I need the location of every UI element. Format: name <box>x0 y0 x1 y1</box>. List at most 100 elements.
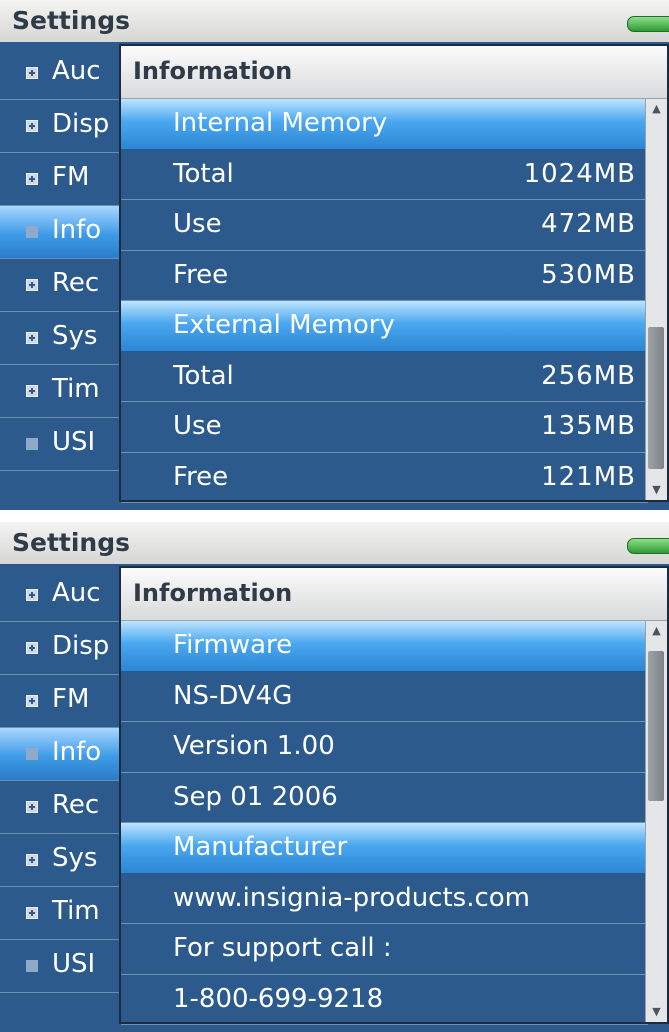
plus-bullet-icon <box>26 695 38 707</box>
row-label: Use <box>173 209 222 239</box>
menu-item-label: FM <box>52 162 90 192</box>
list-item: Free 121MB <box>121 453 648 503</box>
menu-item-label: FM <box>52 684 90 714</box>
menu-item-label: Sys <box>52 321 98 351</box>
section-title: Firmware <box>173 630 293 660</box>
row-value: 135MB <box>541 411 636 441</box>
title-bar: Settings <box>0 522 669 564</box>
scrollbar[interactable]: ▲ ▼ <box>645 621 667 1022</box>
section-header-firmware: Firmware <box>121 621 648 672</box>
row-label: Free <box>173 461 229 492</box>
page-title: Settings <box>12 528 131 557</box>
title-bar: Settings <box>0 0 669 42</box>
plus-bullet-icon <box>26 332 38 344</box>
scroll-thumb[interactable] <box>648 651 664 801</box>
triangle-down-icon[interactable]: ▼ <box>646 480 667 500</box>
menu-item-time[interactable]: Tim <box>0 365 130 418</box>
menu-item-display[interactable]: Disp <box>0 622 130 675</box>
menu-item-label: Info <box>52 215 102 245</box>
screen-memory-info: Settings Auc Disp FM Info Rec Sys Tim US… <box>0 0 669 510</box>
bullet-icon <box>26 960 38 972</box>
battery-icon <box>627 538 669 554</box>
plus-bullet-icon <box>26 385 38 397</box>
menu-item-usb[interactable]: USI <box>0 418 130 471</box>
row-label: Version 1.00 <box>173 731 335 761</box>
menu-item-usb[interactable]: USI <box>0 940 130 993</box>
popup-title: Information <box>133 57 293 85</box>
menu-item-label: Auc <box>52 56 101 86</box>
section-title: External Memory <box>173 310 395 340</box>
plus-bullet-icon <box>26 854 38 866</box>
menu-item-information[interactable]: Info <box>0 206 130 259</box>
menu-item-fm[interactable]: FM <box>0 675 130 728</box>
menu-item-label: Tim <box>52 374 100 404</box>
menu-item-label: Disp <box>52 109 110 139</box>
menu-item-label: USI <box>52 949 96 979</box>
plus-bullet-icon <box>26 589 38 601</box>
menu-item-record[interactable]: Rec <box>0 259 130 312</box>
row-label: Total <box>173 360 234 391</box>
menu-item-label: Tim <box>52 896 100 926</box>
section-header-external-memory: External Memory <box>121 301 648 352</box>
list-item: Use 135MB <box>121 402 648 453</box>
list-item: Use 472MB <box>121 200 648 251</box>
menu-item-label: Disp <box>52 631 110 661</box>
menu-item-label: Sys <box>52 843 98 873</box>
plus-bullet-icon <box>26 120 38 132</box>
screen-firmware-info: Settings Auc Disp FM Info Rec Sys Tim US… <box>0 522 669 1032</box>
triangle-up-icon[interactable]: ▲ <box>646 99 667 119</box>
plus-bullet-icon <box>26 279 38 291</box>
row-label: 1-800-699-9218 <box>173 983 384 1014</box>
row-label: Free <box>173 259 229 290</box>
menu-item-audio[interactable]: Auc <box>0 569 130 622</box>
menu-item-label: Rec <box>52 268 100 298</box>
settings-menu: Auc Disp FM Info Rec Sys Tim USI <box>0 569 130 993</box>
row-value: 530MB <box>541 259 636 290</box>
information-popup: Information Internal Memory Total 1024MB … <box>119 44 669 503</box>
popup-header: Information <box>121 46 667 99</box>
list-item: www.insignia-products.com <box>121 874 648 924</box>
menu-item-record[interactable]: Rec <box>0 781 130 834</box>
row-label: Total <box>173 158 234 189</box>
plus-bullet-icon <box>26 907 38 919</box>
section-header-manufacturer: Manufacturer <box>121 823 648 874</box>
row-value: 121MB <box>541 461 636 492</box>
popup-header: Information <box>121 568 667 621</box>
section-title: Manufacturer <box>173 832 348 862</box>
list-item: Version 1.00 <box>121 722 648 773</box>
menu-item-label: Auc <box>52 578 101 608</box>
menu-item-system[interactable]: Sys <box>0 834 130 887</box>
scrollbar[interactable]: ▲ ▼ <box>645 99 667 500</box>
row-label: Sep 01 2006 <box>173 781 338 812</box>
list-item: 1-800-699-9218 <box>121 975 648 1025</box>
menu-item-display[interactable]: Disp <box>0 100 130 153</box>
list-item: For support call : <box>121 924 648 975</box>
menu-item-audio[interactable]: Auc <box>0 47 130 100</box>
plus-bullet-icon <box>26 67 38 79</box>
menu-item-information[interactable]: Info <box>0 728 130 781</box>
list-item: Total 256MB <box>121 352 648 402</box>
scroll-thumb[interactable] <box>648 327 664 469</box>
row-label: NS-DV4G <box>173 680 293 711</box>
list-item: Total 1024MB <box>121 150 648 200</box>
menu-item-fm[interactable]: FM <box>0 153 130 206</box>
menu-item-label: Rec <box>52 790 100 820</box>
menu-item-time[interactable]: Tim <box>0 887 130 940</box>
row-value: 472MB <box>541 209 636 239</box>
row-value: 1024MB <box>523 158 636 189</box>
menu-item-system[interactable]: Sys <box>0 312 130 365</box>
bullet-icon <box>26 226 38 238</box>
plus-bullet-icon <box>26 173 38 185</box>
triangle-up-icon[interactable]: ▲ <box>646 621 667 641</box>
settings-menu: Auc Disp FM Info Rec Sys Tim USI <box>0 47 130 471</box>
bullet-icon <box>26 748 38 760</box>
battery-icon <box>627 16 669 32</box>
popup-title: Information <box>133 579 293 607</box>
row-label: www.insignia-products.com <box>173 882 531 913</box>
list-item: Free 530MB <box>121 251 648 301</box>
plus-bullet-icon <box>26 642 38 654</box>
triangle-down-icon[interactable]: ▼ <box>646 1002 667 1022</box>
information-popup: Information Firmware NS-DV4G Version 1.0… <box>119 566 669 1025</box>
page-title: Settings <box>12 6 131 35</box>
info-list: Internal Memory Total 1024MB Use 472MB Fre… <box>121 99 648 503</box>
